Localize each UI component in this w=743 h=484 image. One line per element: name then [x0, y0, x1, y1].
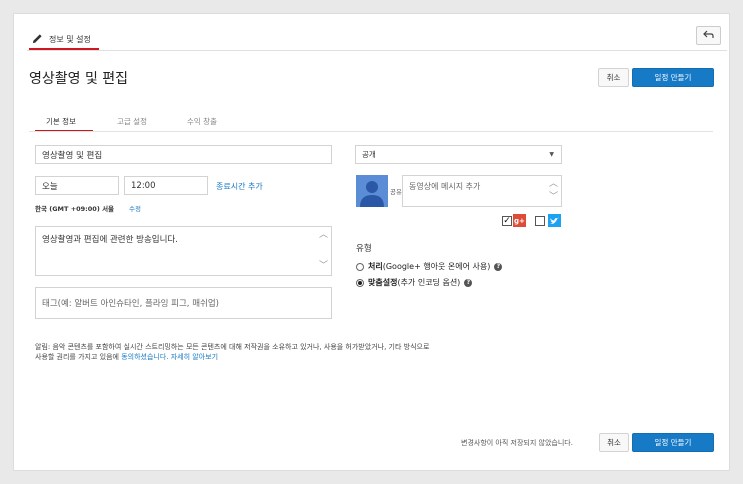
page-title: 영상촬영 및 편집: [29, 71, 129, 87]
tab-basic-info[interactable]: 기본 정보: [46, 116, 76, 127]
type-option-custom-bold: 맞춤설정: [368, 278, 398, 287]
privacy-selected-value: 공개: [362, 150, 376, 159]
subtabs-divider: [29, 131, 713, 132]
title-input-value: 영상촬영 및 편집: [42, 150, 103, 161]
type-option-processing-desc: (Google+ 행아웃 온에어 사용): [382, 262, 491, 271]
chevron-up-icon: ︿: [548, 179, 558, 189]
title-input[interactable]: 영상촬영 및 편집: [35, 145, 332, 164]
undo-arrow-icon: [703, 29, 714, 42]
twitter-share-checkbox[interactable]: [535, 216, 545, 226]
share-message-scrollbar[interactable]: ︿ ﹀: [549, 180, 558, 202]
copyright-notice: 알림: 음악 콘텐츠를 포함하여 실시간 스트리밍하는 모든 콘텐츠에 대해 저…: [35, 342, 430, 362]
copyright-notice-text: 알림: 음악 콘텐츠를 포함하여 실시간 스트리밍하는 모든 콘텐츠에 대해 저…: [35, 343, 430, 361]
create-schedule-button[interactable]: 일정 만들기: [632, 68, 714, 87]
type-heading: 유형: [356, 244, 372, 254]
date-input-value: 오늘: [42, 181, 58, 192]
description-textarea[interactable]: 영상촬영과 편집에 관련한 방송입니다. ︿ ﹀: [35, 226, 332, 276]
description-scrollbar[interactable]: ︿ ﹀: [319, 231, 328, 271]
type-option-custom[interactable]: 맞춤설정 (추가 인코딩 옵션) ?: [356, 277, 473, 288]
time-input[interactable]: 12:00: [124, 176, 208, 195]
type-option-processing-bold: 처리: [368, 262, 383, 271]
twitter-icon: [548, 214, 561, 227]
share-message-placeholder: 동영상에 메시지 추가: [409, 182, 481, 191]
google-plus-icon: g+: [513, 214, 526, 227]
radio-custom[interactable]: [356, 278, 364, 287]
chevron-down-icon: ﹀: [548, 192, 558, 202]
caret-down-icon: ▼: [549, 151, 554, 158]
footer-cancel-button[interactable]: 취소: [599, 433, 629, 452]
time-input-value: 12:00: [131, 180, 156, 191]
pencil-icon: [32, 33, 43, 46]
gplus-share-checkbox[interactable]: ✓: [502, 216, 512, 226]
avatar: [356, 175, 388, 207]
type-option-processing[interactable]: 처리 (Google+ 행아웃 온에어 사용) ?: [356, 261, 503, 272]
user-silhouette-icon: [356, 175, 388, 207]
tags-input[interactable]: 태그(예: 알버트 아인슈타인, 플라잉 피그, 매쉬업): [35, 287, 332, 319]
learn-more-link[interactable]: 자세히 알아보기: [171, 353, 218, 361]
tab-label: 정보 및 설정: [49, 34, 91, 44]
chevron-up-icon: ︿: [318, 230, 328, 240]
add-end-time-link[interactable]: 종료시간 추가: [216, 181, 263, 192]
timezone-label: 한국 (GMT +09:00) 서울: [35, 205, 115, 213]
privacy-select[interactable]: 공개 ▼: [355, 145, 562, 164]
tab-advanced-settings[interactable]: 고급 설정: [117, 116, 147, 127]
type-option-custom-desc: (추가 인코딩 옵션): [397, 278, 461, 287]
date-input[interactable]: 오늘: [35, 176, 119, 195]
cancel-button[interactable]: 취소: [598, 68, 629, 87]
agree-link[interactable]: 동의하셨습니다.: [121, 353, 168, 361]
help-icon[interactable]: ?: [464, 278, 473, 287]
header-divider: [27, 50, 727, 51]
radio-processing[interactable]: [356, 262, 364, 271]
description-value: 영상촬영과 편집에 관련한 방송입니다.: [42, 235, 178, 245]
tab-monetization[interactable]: 수익 창출: [187, 116, 217, 127]
share-label: 공유: [390, 188, 402, 196]
unsaved-status: 변경사항이 아직 저장되지 않았습니다.: [461, 439, 573, 447]
tags-placeholder: 태그(예: 알버트 아인슈타인, 플라잉 피그, 매쉬업): [42, 299, 219, 309]
share-message-input[interactable]: 동영상에 메시지 추가 ︿ ﹀: [402, 175, 562, 207]
chevron-down-icon: ﹀: [318, 261, 328, 271]
footer-create-schedule-button[interactable]: 일정 만들기: [632, 433, 714, 452]
timezone-edit-link[interactable]: 수정: [129, 203, 141, 213]
back-button[interactable]: [696, 26, 721, 45]
help-icon[interactable]: ?: [494, 262, 503, 271]
